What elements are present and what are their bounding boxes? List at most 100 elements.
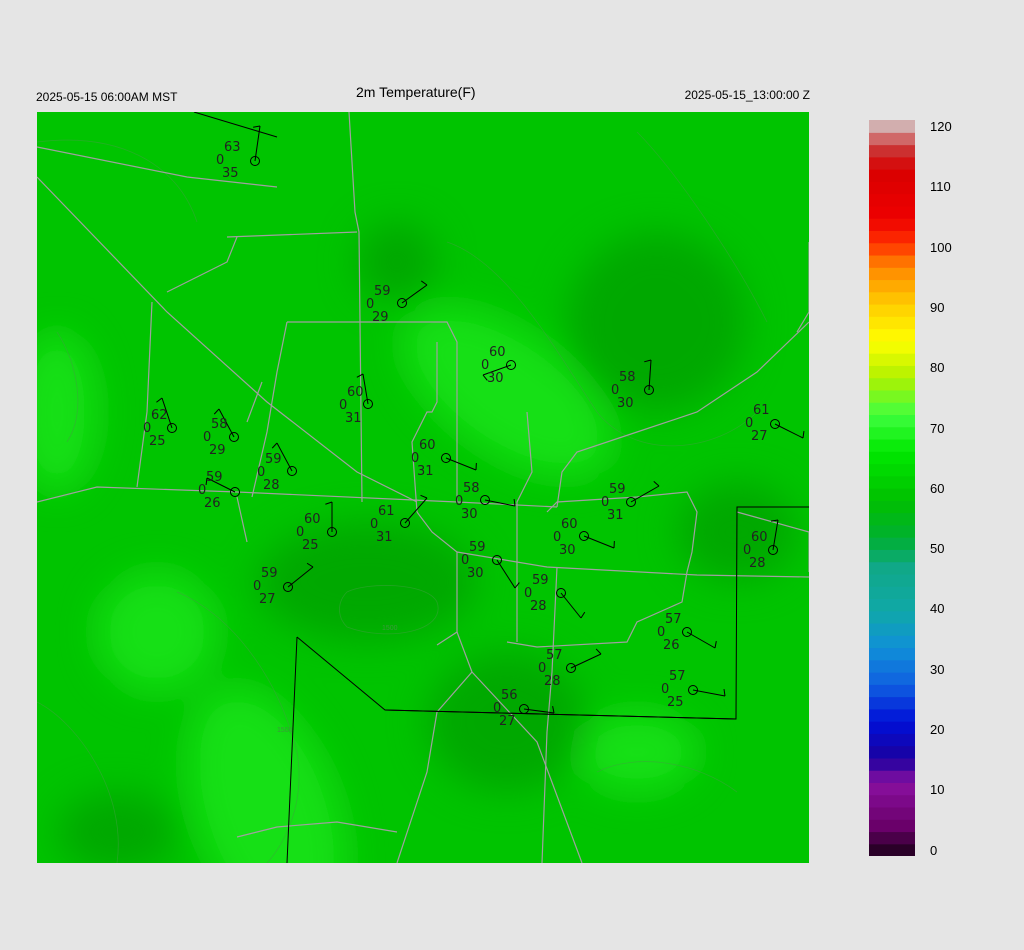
colorbar-bin	[869, 340, 915, 354]
colorbar-bin	[869, 353, 915, 366]
colorbar-bin	[869, 120, 915, 133]
colorbar-bin	[869, 672, 915, 685]
station-temperature: 57	[669, 669, 686, 684]
colorbar-tick-label: 20	[930, 722, 945, 737]
colorbar-bin	[869, 389, 915, 403]
station-dewpoint: 28	[749, 556, 766, 571]
local-time-label: 2025-05-15 06:00AM MST	[36, 90, 178, 104]
station-dewpoint: 25	[302, 538, 319, 553]
station-temperature: 57	[546, 648, 563, 663]
colorbar-tick-label: 30	[930, 661, 945, 677]
colorbar-bin	[869, 573, 915, 587]
colorbar-bin	[869, 267, 915, 281]
station-dewpoint: 26	[663, 638, 680, 653]
colorbar-bin	[869, 684, 915, 698]
station-temperature: 61	[753, 403, 770, 418]
station-dewpoint: 28	[544, 674, 561, 689]
temperature-map: 15001500 630355902960030 5803060031620255…	[37, 112, 809, 863]
colorbar-bin	[869, 230, 915, 244]
station-dewpoint: 27	[259, 592, 276, 607]
station-dewpoint: 30	[467, 566, 484, 581]
colorbar-bin	[869, 488, 915, 501]
station-dewpoint: 30	[559, 543, 576, 558]
colorbar-bin	[869, 328, 915, 342]
colorbar-bin	[869, 831, 915, 845]
colorbar-bin	[869, 242, 915, 256]
colorbar-bin	[869, 205, 915, 219]
colorbar-tick-label: 90	[930, 299, 945, 315]
station-temperature: 59	[261, 566, 278, 581]
colorbar-bin	[869, 169, 915, 182]
station-temperature: 60	[304, 512, 321, 527]
colorbar-bin	[869, 144, 915, 158]
colorbar-bin	[869, 402, 915, 415]
colorbar-bin	[869, 647, 915, 661]
colorbar-tick-label: 60	[930, 480, 945, 496]
utc-time-label: 2025-05-15_13:00:00 Z	[684, 88, 810, 102]
colorbar-bin	[869, 254, 915, 268]
station-dewpoint: 35	[222, 166, 239, 181]
colorbar-bin	[869, 156, 915, 170]
station-dewpoint: 31	[417, 464, 434, 479]
colorbar-bin	[869, 794, 915, 808]
colorbar-bin	[869, 843, 915, 856]
colorbar-bin	[869, 304, 915, 317]
colorbar-bin	[869, 733, 915, 747]
colorbar-bin	[869, 181, 915, 195]
colorbar-bin	[869, 524, 915, 538]
colorbar-bin	[869, 770, 915, 783]
temperature-colorbar	[869, 120, 915, 856]
colorbar-tick-label: 80	[930, 360, 945, 376]
colorbar-bin	[869, 819, 915, 833]
colorbar-bin	[869, 475, 915, 489]
colorbar-bin	[869, 635, 915, 649]
station-temperature: 56	[501, 688, 518, 703]
station-temperature: 61	[378, 504, 395, 519]
colorbar-bin	[869, 721, 915, 734]
colorbar-tick-label: 50	[930, 541, 945, 557]
contour-label: 1500	[382, 625, 398, 632]
station-temperature: 59	[532, 573, 549, 588]
station-temperature: 60	[561, 517, 578, 532]
colorbar-tick-label: 100	[930, 239, 952, 255]
station-dewpoint: 30	[487, 371, 504, 386]
colorbar-bin	[869, 500, 915, 514]
station-temperature: 58	[211, 417, 228, 432]
station-dewpoint: 31	[376, 530, 393, 545]
station-temperature: 58	[463, 481, 480, 496]
colorbar-bin	[869, 745, 915, 759]
station-temperature: 60	[489, 345, 506, 360]
station-dewpoint: 29	[209, 443, 226, 458]
colorbar-bin	[869, 561, 915, 575]
station-temperature: 59	[206, 470, 223, 485]
colorbar-bin	[869, 132, 915, 146]
colorbar-bin	[869, 279, 915, 293]
station-temperature: 57	[665, 612, 682, 627]
map-title: 2m Temperature(F)	[356, 84, 476, 100]
station-temperature: 59	[609, 482, 626, 497]
colorbar-bin	[869, 806, 915, 820]
colorbar-bin	[869, 512, 915, 526]
colorbar-bin	[869, 659, 915, 673]
station-dewpoint: 29	[372, 310, 389, 325]
colorbar-bin	[869, 586, 915, 599]
colorbar-bin	[869, 622, 915, 636]
station-temperature: 60	[419, 438, 436, 453]
colorbar-bin	[869, 377, 915, 391]
colorbar-bin	[869, 291, 915, 305]
colorbar-bin	[869, 757, 915, 771]
station-dewpoint: 30	[617, 396, 634, 411]
station-dewpoint: 28	[263, 478, 280, 493]
colorbar-tick-label: 120	[930, 119, 952, 134]
station-temperature: 62	[151, 408, 168, 423]
station-dewpoint: 27	[751, 429, 768, 444]
contour-label: 1500	[277, 727, 293, 734]
station-dewpoint: 26	[204, 496, 221, 511]
colorbar-bin	[869, 316, 915, 330]
station-temperature: 59	[374, 284, 391, 299]
colorbar-bin	[869, 549, 915, 563]
station-dewpoint: 25	[149, 434, 166, 449]
station-temperature: 60	[751, 530, 768, 545]
station-dewpoint: 28	[530, 599, 547, 614]
colorbar-bin	[869, 218, 915, 231]
